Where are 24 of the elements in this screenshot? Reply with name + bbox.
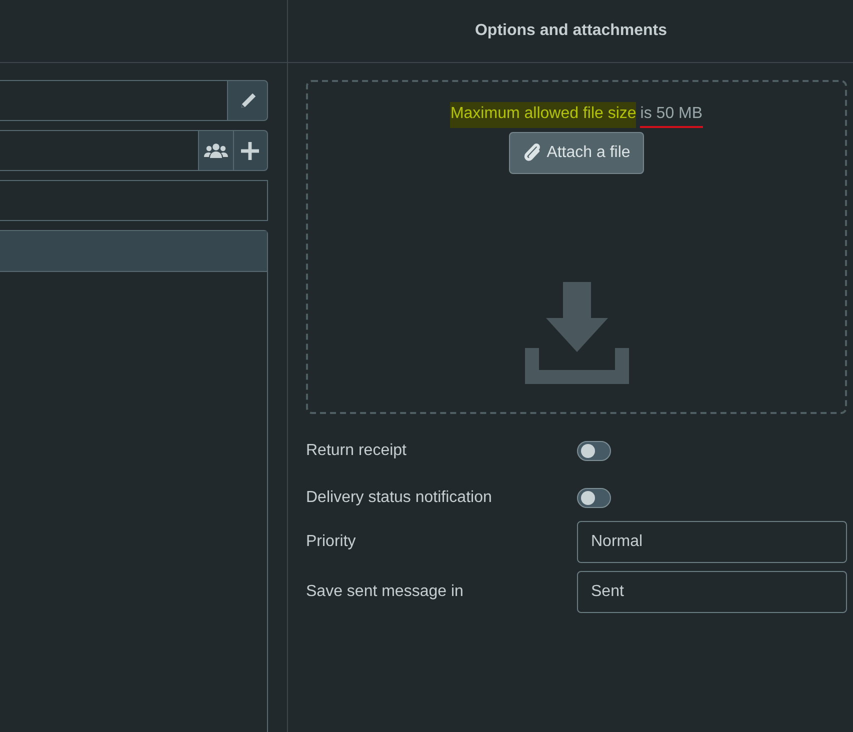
- plus-icon: [241, 142, 260, 160]
- select-field[interactable]: Normal: [577, 521, 847, 563]
- pencil-icon: [238, 92, 256, 110]
- toggle-switch[interactable]: [577, 440, 611, 460]
- text-field[interactable]: [0, 180, 268, 221]
- download-icon: [524, 282, 628, 384]
- select-field[interactable]: Sent: [577, 571, 847, 613]
- notice-text: Maximum allowed file size: [450, 102, 636, 128]
- option-label: Delivery status notification: [306, 488, 493, 508]
- paperclip-icon: [522, 142, 543, 164]
- notice-text: is 50 MB: [640, 102, 703, 128]
- edit-button[interactable]: [228, 80, 268, 121]
- option-label: Priority: [306, 532, 357, 552]
- option-label: Return receipt: [306, 440, 408, 460]
- toggle-switch[interactable]: [577, 488, 611, 508]
- people-icon: [204, 142, 228, 160]
- drop-zone[interactable]: Maximum allowed file size is 50 MB Attach a file: [306, 80, 847, 414]
- contacts-button[interactable]: [199, 130, 234, 171]
- add-button[interactable]: [234, 130, 268, 171]
- text-field[interactable]: [0, 130, 199, 171]
- panel-title: Options and attachments: [474, 21, 668, 41]
- attach-button[interactable]: Attach a file: [508, 132, 644, 174]
- option-label: Save sent message in: [306, 582, 464, 602]
- text-field[interactable]: [0, 80, 228, 121]
